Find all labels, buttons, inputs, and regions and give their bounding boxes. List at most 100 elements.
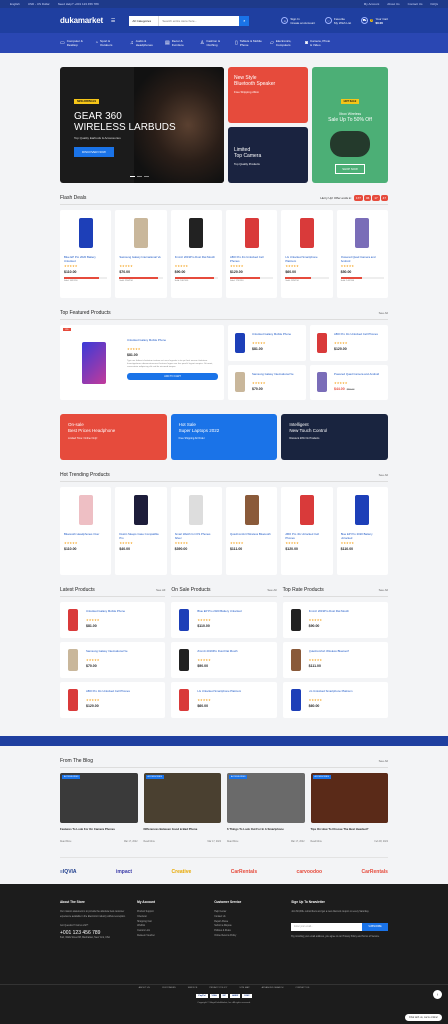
list-see-all[interactable]: See All — [379, 588, 388, 592]
subscribe-button[interactable]: SUBSCRIBE — [362, 922, 389, 931]
logo[interactable]: dukamarket — [60, 16, 103, 25]
nav-item[interactable]: ▯ Tablets & Mobile Phone — [235, 39, 263, 47]
brand-logo[interactable]: Creative — [172, 869, 192, 875]
read-more-link[interactable]: Read More — [311, 841, 322, 843]
product-name[interactable]: ABO Pro 4G Unlocked Cell Phones — [230, 256, 273, 263]
blog-post[interactable]: ACCESSORIES Tips On How To Choose The Bes… — [310, 773, 388, 843]
product-card[interactable]: Samsung Galaxy International Ve ★★★★★ $70.… — [115, 210, 167, 298]
currency-select[interactable]: USD - US Dollar — [28, 2, 50, 6]
product-name[interactable]: QuietComfort Wireless Bluetooth — [230, 533, 273, 540]
footer-bottom-link[interactable]: ADVANCED SEARCH — [262, 987, 284, 989]
blog-thumbnail[interactable]: ACCESSORIES — [227, 773, 305, 823]
read-more-link[interactable]: Read More — [227, 841, 238, 843]
brand-logo[interactable]: carvoodoo — [297, 869, 323, 875]
product-name[interactable]: ABO Pro 4G Unlocked Cell Phones — [334, 333, 378, 340]
blog-post-title[interactable]: Features To Look For On Camera Phones — [60, 827, 138, 831]
hero-slider[interactable]: NEW ARRIVALS GEAR 360 WIRELESS LARBUDS To… — [60, 67, 224, 183]
blog-post[interactable]: ACCESSORIES 6 Things To Look Out For In A… — [227, 773, 305, 843]
brand-logo[interactable]: CarRentals — [231, 869, 257, 875]
top-link[interactable]: My Account — [364, 2, 380, 6]
product-name[interactable]: Smart Watch for iOS Phones Silver — [175, 533, 218, 540]
search-category-select[interactable]: All Categories — [129, 15, 160, 26]
search-button[interactable]: ⌕ — [239, 15, 250, 26]
camera-banner[interactable]: Limited Top Camera Top Quality Products — [228, 127, 308, 183]
list-item[interactable]: QuietComfort Wireless Bluetooth ★★★★★ $111… — [282, 642, 388, 678]
footer-bottom-link[interactable]: ABOUT US — [139, 987, 150, 989]
footer-bottom-link[interactable]: SITE MAP — [239, 987, 249, 989]
product-name[interactable]: Dustin Sleeps Case Compatible Pro — [119, 533, 162, 540]
promo-banner[interactable]: On-sale Best Prices Headphone Limited Time… — [60, 414, 167, 460]
product-name[interactable]: Zmmzi 2019Pro Dust Flat Mouth — [175, 256, 218, 263]
product-name[interactable]: ABO Pro 4G Unlocked Cell Phones — [86, 690, 130, 697]
featured-mini-product[interactable]: Unlocked Galaxy Mobile Phone ★★★★★ $81.00 — [228, 325, 306, 361]
blog-thumbnail[interactable]: ACCESSORIES — [310, 773, 388, 823]
promo-banner[interactable]: Hot Sale Super Laptops 2022 Free Shipping … — [170, 414, 278, 460]
product-name[interactable]: Unlocked Galaxy Mobile Phone — [86, 610, 125, 617]
top-link[interactable]: About Us — [387, 2, 399, 6]
list-see-all[interactable]: See All — [156, 588, 165, 592]
menu-icon[interactable]: ☰ — [111, 18, 115, 24]
nav-item[interactable]: ▱ Electronics, Computers — [270, 39, 298, 47]
list-item[interactable]: Samsung Galaxy International Ve ★★★★★ $70.… — [60, 642, 166, 678]
product-card[interactable]: ABO Pro 4G Unlocked Cell Phones ★★★★★ $120… — [225, 210, 278, 298]
nav-item[interactable]: ♫ Audio & Headphones — [130, 39, 158, 47]
product-name[interactable]: Bluetooth Headphones Over — [64, 533, 107, 540]
search-input[interactable] — [159, 15, 240, 26]
product-card[interactable]: QuietComfort Wireless Bluetooth ★★★★★ $111… — [225, 487, 278, 575]
product-card[interactable]: Blue EP Pro 2020 Battery Unlocked ★★★★★ $1… — [60, 210, 112, 298]
top-link[interactable]: FAQs — [430, 2, 438, 6]
list-item[interactable]: Zmmzi 2019Pro Dust Flat Mouth ★★★★★ $90.00 — [171, 642, 277, 678]
blog-post[interactable]: ACCESSORIES Differences Between Good & Ba… — [143, 773, 222, 843]
back-to-top-button[interactable]: ↑ — [433, 990, 442, 999]
nav-item[interactable]: ▭ Computer & Desktop — [60, 39, 88, 47]
featured-mini-product[interactable]: ABO Pro 4G Unlocked Cell Phones ★★★★★ $120… — [310, 325, 388, 361]
brand-logo[interactable]: impact — [116, 869, 132, 875]
product-card[interactable]: LG Unlocked Smartphone Platinum ★★★★★ $60.… — [281, 210, 333, 298]
blog-see-all[interactable]: See All — [379, 759, 388, 763]
product-name[interactable]: Powered Quad Camera and Android — [341, 256, 384, 263]
blog-post-title[interactable]: Differences Between Good & Bad Phone — [144, 827, 222, 831]
product-name[interactable]: Unlocked Galaxy Mobile Phone — [127, 339, 218, 346]
list-item[interactable]: ABO Pro 4G Unlocked Cell Phones ★★★★★ $120… — [60, 682, 166, 718]
slider-dots[interactable] — [130, 175, 149, 177]
blog-post-title[interactable]: 6 Things To Look Out For In A Smartphone — [227, 827, 305, 831]
product-card[interactable]: Zmmzi 2019Pro Dust Flat Mouth ★★★★★ $90.00… — [170, 210, 222, 298]
newsletter-email-input[interactable]: Enter your email... — [291, 922, 363, 931]
product-name[interactable]: Samsung Galaxy International Ve — [86, 650, 128, 657]
blog-post[interactable]: ACCESSORIES Features To Look For On Camer… — [60, 773, 138, 843]
wishlist-link[interactable]: ♡ Favorite My Wish List — [325, 17, 351, 25]
language-select[interactable]: English — [10, 2, 20, 6]
product-card[interactable]: Smart Watch for iOS Phones Silver ★★★★★ $3… — [170, 487, 222, 575]
product-card[interactable]: Powered Quad Camera and Android ★★★★★ $50.… — [336, 210, 388, 298]
footer-bottom-link[interactable]: PRIVACY POLICY — [209, 987, 227, 989]
featured-main-product[interactable]: -9% Unlocked Galaxy Mobile Phone ★★★★★ $… — [60, 325, 224, 400]
product-card[interactable]: Blue EP Pro 2020 Battery Unlocked ★★★★★ $1… — [336, 487, 388, 575]
footer-bottom-link[interactable]: CONTACT US — [295, 987, 309, 989]
footer-account-link[interactable]: Redeem Voucher — [137, 934, 206, 939]
product-name[interactable]: ABO Pro 4G Unlocked Cell Phones — [285, 533, 328, 540]
product-name[interactable]: LG Unlocked Smartphone Platinum — [197, 690, 241, 697]
list-item[interactable]: LG Unlocked Smartphone Platinum ★★★★★ $60.… — [171, 682, 277, 718]
featured-mini-product[interactable]: Samsung Galaxy International Ve ★★★★★ $70.… — [228, 364, 306, 400]
featured-see-all[interactable]: See All — [379, 311, 388, 315]
read-more-link[interactable]: Read More — [60, 841, 71, 843]
speaker-banner[interactable]: New Style Bluetooth Speaker Free Shipping… — [228, 67, 308, 123]
list-item[interactable]: Blue EP Pro 2020 Battery Unlocked ★★★★★ $1… — [171, 602, 277, 638]
blog-thumbnail[interactable]: ACCESSORIES — [143, 773, 221, 823]
nav-item[interactable]: ▤ Decor & Furniture — [165, 39, 193, 47]
nav-item[interactable]: ◔ Sport & Outdoors — [95, 39, 123, 47]
featured-mini-product[interactable]: Powered Quad Camera and Android ★★★★★ $44.… — [310, 364, 388, 400]
nav-item[interactable]: ♙ Fashion & Clothing — [200, 39, 228, 47]
product-name[interactable]: QuietComfort Wireless Bluetooth — [309, 650, 350, 657]
list-see-all[interactable]: See All — [267, 588, 276, 592]
product-name[interactable]: Blue EP Pro 2020 Battery Unlocked — [197, 610, 241, 617]
product-name[interactable]: Unlocked Galaxy Mobile Phone — [252, 333, 291, 340]
xbox-banner[interactable]: HOT SALE Xbox Wireless Sale Up To 50% Off… — [312, 67, 388, 183]
nav-item[interactable]: ◙ Camera, Photo & Video — [305, 39, 333, 47]
chat-widget[interactable]: Chat with us, we're online! — [404, 1014, 442, 1021]
product-card[interactable]: Dustin Sleeps Case Compatible Pro ★★★★★ $4… — [115, 487, 167, 575]
product-name[interactable]: Blue EP Pro 2020 Battery Unlocked — [64, 256, 107, 263]
product-name[interactable]: Samsung Galaxy International Ve — [119, 256, 162, 263]
discover-button[interactable]: DISCOVER NOW — [74, 147, 114, 157]
product-name[interactable]: Samsung Galaxy International Ve — [252, 373, 294, 380]
